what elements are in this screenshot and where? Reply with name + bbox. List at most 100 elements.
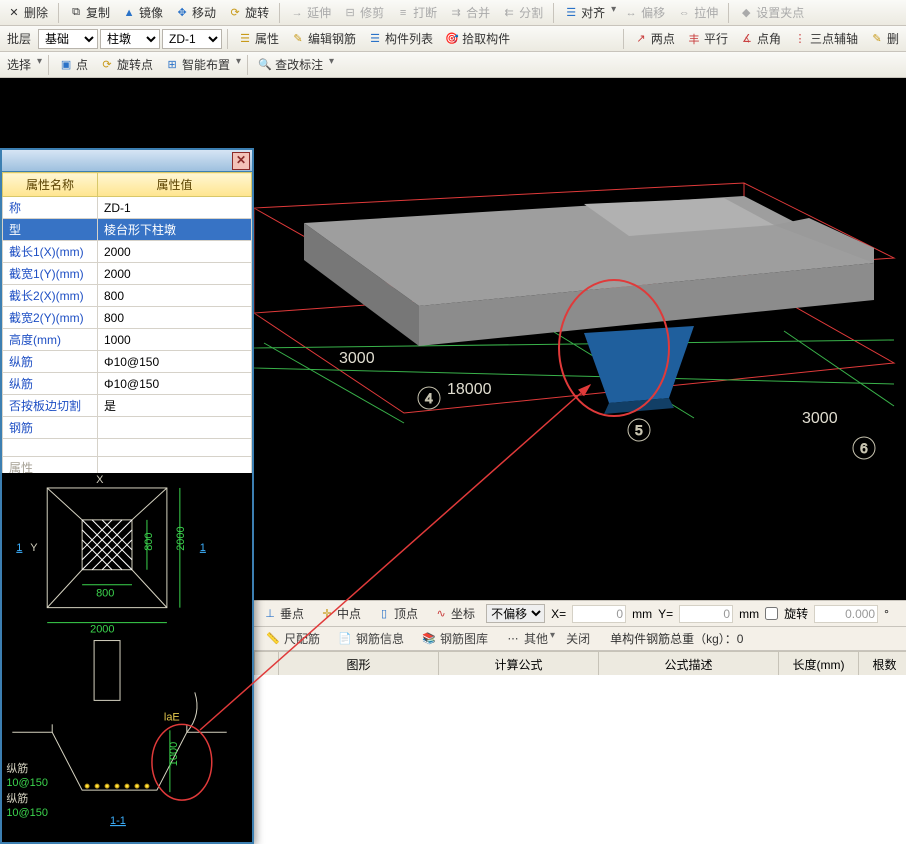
btn-member-list[interactable]: ☰构件列表 bbox=[363, 28, 438, 49]
prop-label: 截宽1(Y)(mm) bbox=[3, 263, 98, 285]
svg-text:纵筋: 纵筋 bbox=[6, 761, 28, 775]
stretch-icon: ⇔ bbox=[677, 6, 691, 20]
prop-label: 截长1(X)(mm) bbox=[3, 241, 98, 263]
point-icon: ▣ bbox=[59, 58, 73, 72]
snap-perp[interactable]: ⊥垂点 bbox=[258, 603, 309, 624]
rotpoint-icon: ⟳ bbox=[100, 58, 114, 72]
field-x[interactable]: 0 bbox=[572, 605, 626, 623]
coord-icon: ∿ bbox=[434, 607, 448, 621]
align-icon: ☰ bbox=[564, 6, 578, 20]
setbase-icon: ◆ bbox=[739, 6, 753, 20]
merge-icon: ⇉ bbox=[449, 6, 463, 20]
threept-icon: ⋮ bbox=[793, 32, 807, 46]
col-length[interactable]: 长度(mm) bbox=[779, 652, 859, 678]
combo-code[interactable]: ZD-1 bbox=[162, 29, 222, 49]
props-icon: ☰ bbox=[238, 32, 252, 46]
btn-mirror[interactable]: ▲镜像 bbox=[117, 2, 168, 23]
col-shape[interactable]: 图形 bbox=[279, 652, 439, 678]
combo-pier[interactable]: 柱墩 bbox=[100, 29, 160, 49]
btn-rotate[interactable]: ⟳旋转 bbox=[223, 2, 274, 23]
prop-label bbox=[3, 439, 98, 457]
search-icon: 🔍 bbox=[258, 58, 272, 72]
tab-rebar-info[interactable]: 📄钢筋信息 bbox=[330, 628, 412, 649]
snap-coord[interactable]: ∿坐标 bbox=[429, 603, 480, 624]
prop-value[interactable] bbox=[98, 439, 252, 457]
close-icon[interactable]: ✕ bbox=[232, 152, 250, 170]
pointangle-icon: ∡ bbox=[740, 32, 754, 46]
property-grid[interactable]: 属性名称 属性值 称ZD-1型棱台形下柱墩截长1(X)(mm)2000截宽1(Y… bbox=[2, 172, 252, 523]
unit-x-mm: mm bbox=[632, 607, 652, 621]
tab-rebar-lib[interactable]: 📚钢筋图库 bbox=[414, 628, 496, 649]
tab-other[interactable]: ⋯其他 bbox=[498, 628, 556, 649]
btn-pick-member[interactable]: 🎯拾取构件 bbox=[440, 28, 515, 49]
snap-apex[interactable]: ▯顶点 bbox=[372, 603, 423, 624]
btn-setbase: ◆设置夹点 bbox=[734, 2, 809, 23]
prop-value[interactable]: Φ10@150 bbox=[98, 351, 252, 373]
btn-edit-rebar[interactable]: ✎编辑钢筋 bbox=[286, 28, 361, 49]
svg-text:2000: 2000 bbox=[175, 526, 187, 550]
btn-smartarrange[interactable]: ⊞智能布置 bbox=[160, 54, 242, 75]
rebar-grid-table[interactable]: 图形 计算公式 公式描述 长度(mm) 根数 搭接 损耗(%) bbox=[254, 651, 906, 678]
btn-parallel[interactable]: 丰平行 bbox=[682, 28, 733, 49]
svg-text:800: 800 bbox=[96, 588, 114, 600]
info-icon: 📄 bbox=[338, 632, 352, 646]
svg-text:1-1: 1-1 bbox=[110, 815, 126, 827]
btn-move[interactable]: ✥移动 bbox=[170, 2, 221, 23]
perp-icon: ⊥ bbox=[263, 607, 277, 621]
lib-icon: 📚 bbox=[422, 632, 436, 646]
btn-copy[interactable]: ⧉复制 bbox=[64, 2, 115, 23]
label-x: X= bbox=[551, 607, 566, 621]
tab-size-rebar[interactable]: 📏尺配筋 bbox=[258, 628, 328, 649]
combo-foundation[interactable]: 基础 bbox=[38, 29, 98, 49]
prop-value[interactable]: 2000 bbox=[98, 241, 252, 263]
prop-value[interactable]: 800 bbox=[98, 285, 252, 307]
combo-offset[interactable]: 不偏移 bbox=[486, 604, 545, 623]
btn-point[interactable]: ▣点 bbox=[54, 54, 93, 75]
prop-label: 钢筋 bbox=[3, 417, 98, 439]
prop-label: 称 bbox=[3, 197, 98, 219]
btn-select[interactable]: 选择 bbox=[2, 54, 43, 75]
btn-threept[interactable]: ⋮三点辅轴 bbox=[788, 28, 863, 49]
btn-del2[interactable]: ✎删 bbox=[865, 28, 904, 49]
btn-delete[interactable]: ✕删除 bbox=[2, 2, 53, 23]
prop-value[interactable]: 是 bbox=[98, 395, 252, 417]
extend-icon: → bbox=[290, 6, 304, 20]
btn-pointangle[interactable]: ∡点角 bbox=[735, 28, 786, 49]
btn-close-tabs[interactable]: 关闭 bbox=[558, 628, 598, 649]
svg-text:1000: 1000 bbox=[168, 742, 180, 766]
prop-value[interactable]: 棱台形下柱墩 bbox=[98, 219, 252, 241]
prop-label: 否按板边切割 bbox=[3, 395, 98, 417]
property-panel-titlebar[interactable]: ✕ bbox=[2, 150, 252, 172]
col-formula[interactable]: 计算公式 bbox=[439, 652, 599, 678]
prop-value[interactable]: ZD-1 bbox=[98, 197, 252, 219]
btn-props[interactable]: ☰属性 bbox=[233, 28, 284, 49]
col-desc[interactable]: 公式描述 bbox=[599, 652, 779, 678]
prop-value[interactable] bbox=[98, 417, 252, 439]
prop-value[interactable]: 1000 bbox=[98, 329, 252, 351]
svg-text:X: X bbox=[96, 474, 104, 486]
snap-mid[interactable]: ✛中点 bbox=[315, 603, 366, 624]
svg-text:800: 800 bbox=[143, 532, 155, 550]
svg-text:Y: Y bbox=[30, 542, 38, 554]
col-count[interactable]: 根数 bbox=[859, 652, 906, 678]
copy-icon: ⧉ bbox=[69, 6, 83, 20]
btn-stretch: ⇔拉伸 bbox=[672, 2, 723, 23]
btn-findannot[interactable]: 🔍查改标注 bbox=[253, 54, 335, 75]
toolbar-place: 选择 ▣点 ⟳旋转点 ⊞智能布置 🔍查改标注 bbox=[0, 52, 906, 78]
prop-value[interactable]: Φ10@150 bbox=[98, 373, 252, 395]
btn-rotpoint[interactable]: ⟳旋转点 bbox=[95, 54, 158, 75]
mirror-icon: ▲ bbox=[122, 6, 136, 20]
field-rot[interactable]: 0.000 bbox=[814, 605, 878, 623]
svg-text:1: 1 bbox=[200, 542, 206, 554]
field-y[interactable]: 0 bbox=[679, 605, 733, 623]
rebar-grid-body[interactable] bbox=[254, 675, 906, 844]
viewport-3d[interactable]: 3000 18000 3000 4 5 6 bbox=[254, 78, 906, 572]
prop-col-value: 属性值 bbox=[98, 173, 252, 197]
rebar-grid: 图形 计算公式 公式描述 长度(mm) 根数 搭接 损耗(%) bbox=[254, 651, 906, 844]
btn-twopoint[interactable]: ↗两点 bbox=[629, 28, 680, 49]
prop-value[interactable]: 2000 bbox=[98, 263, 252, 285]
chk-rotate[interactable] bbox=[765, 607, 778, 620]
btn-align[interactable]: ☰对齐 bbox=[559, 2, 617, 23]
prop-value[interactable]: 800 bbox=[98, 307, 252, 329]
btn-merge: ⇉合并 bbox=[444, 2, 495, 23]
